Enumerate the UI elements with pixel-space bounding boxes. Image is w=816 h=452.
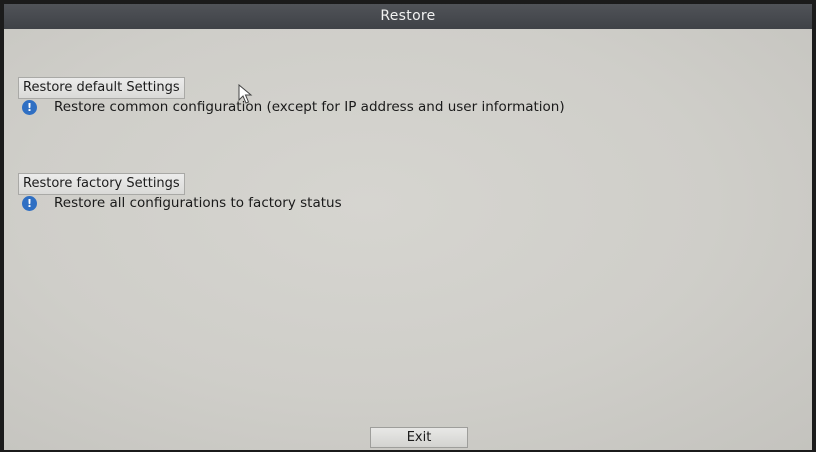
restore-factory-settings-button[interactable]: Restore factory Settings [18, 173, 185, 195]
restore-default-info-row: ! Restore common configuration (except f… [22, 98, 565, 116]
restore-default-description: Restore common configuration (except for… [54, 99, 565, 115]
exit-button[interactable]: Exit [370, 427, 468, 448]
restore-factory-description: Restore all configurations to factory st… [54, 195, 342, 211]
restore-dialog: Restore Restore default Settings ! Resto… [4, 4, 812, 450]
info-circle-icon: ! [22, 99, 37, 115]
dialog-title: Restore [4, 4, 812, 29]
mouse-pointer-icon [238, 84, 253, 104]
restore-default-settings-button[interactable]: Restore default Settings [18, 77, 185, 99]
info-circle-icon: ! [22, 195, 37, 211]
restore-factory-info-row: ! Restore all configurations to factory … [22, 194, 342, 212]
